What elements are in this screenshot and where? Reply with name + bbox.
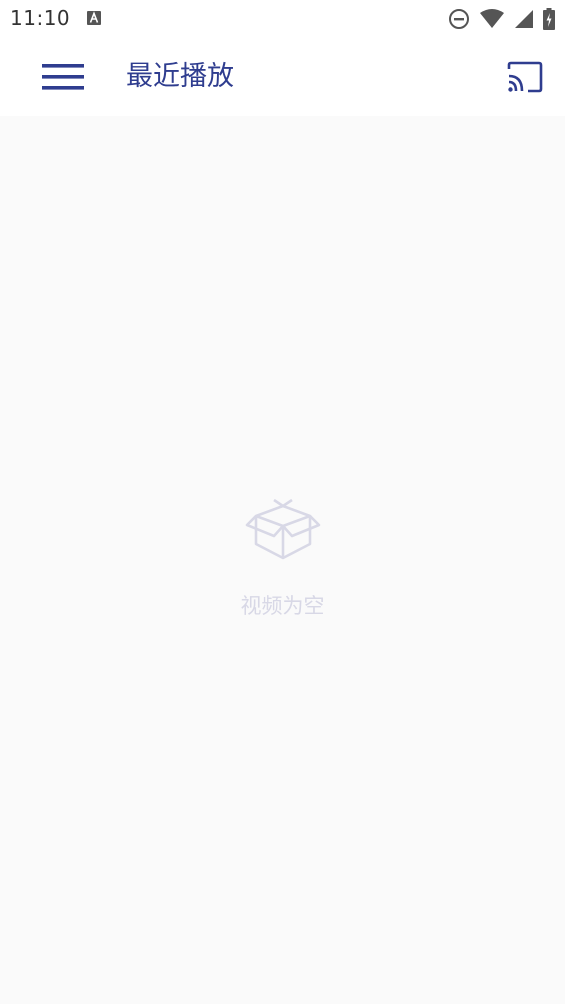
do-not-disturb-icon: [449, 9, 469, 29]
empty-message: 视频为空: [240, 594, 325, 618]
hamburger-menu-icon[interactable]: [42, 60, 84, 94]
cast-icon[interactable]: [506, 60, 544, 94]
status-bar: 11:10: [0, 0, 565, 38]
cell-signal-icon: [515, 10, 533, 28]
status-icons: [448, 7, 555, 31]
a-notification-icon: [87, 11, 101, 25]
app-bar: 最近播放: [0, 38, 565, 116]
empty-box-icon: [245, 498, 320, 560]
status-time: 11:10: [10, 6, 71, 30]
battery-charging-icon: [543, 8, 555, 30]
main-content: 视频为空: [0, 116, 565, 1004]
page-title: 最近播放: [126, 61, 234, 92]
empty-state: 视频为空: [0, 498, 565, 620]
wifi-icon: [480, 9, 504, 28]
